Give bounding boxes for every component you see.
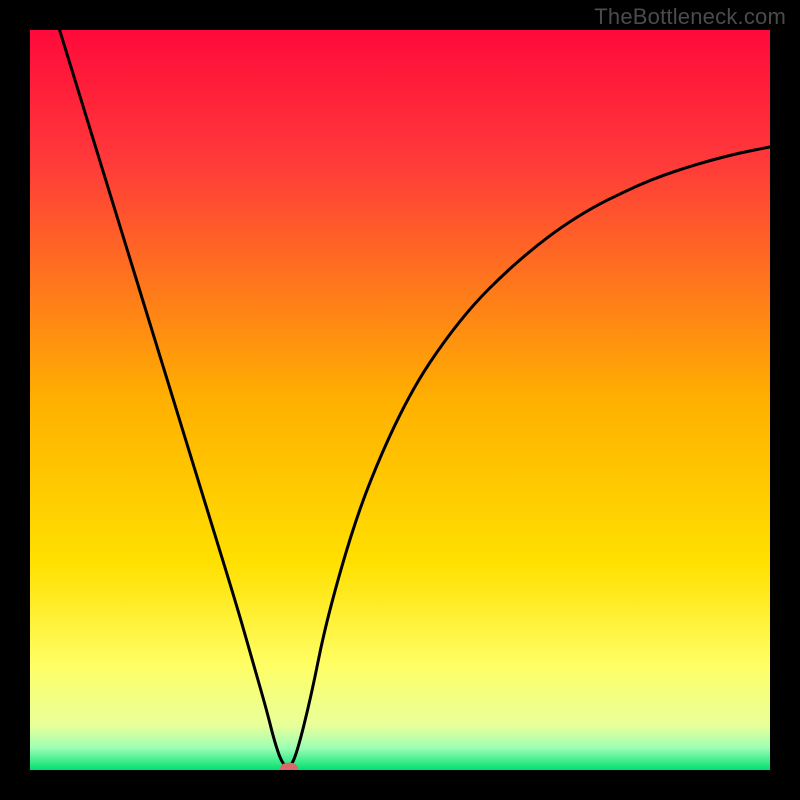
watermark-text: TheBottleneck.com	[594, 4, 786, 30]
chart-svg	[30, 30, 770, 770]
chart-frame: TheBottleneck.com	[0, 0, 800, 800]
chart-background	[30, 30, 770, 770]
bottleneck-chart	[30, 30, 770, 770]
